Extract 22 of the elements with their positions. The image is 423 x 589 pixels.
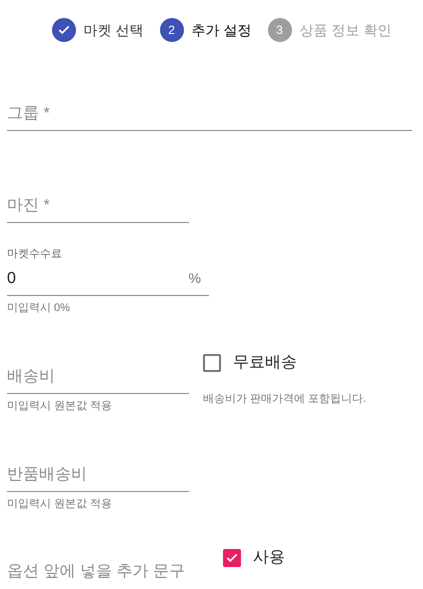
helper-text: 미입력시 0% [7,300,71,316]
step-label: 마켓 선택 [84,20,144,40]
helper-text: 미입력시 원본값 적용 [7,399,114,414]
field-label: 마켓수수료 [7,247,63,262]
option-prefix-label: 옵션 앞에 넣을 추가 문구 [7,562,185,582]
helper-text: 미입력시 원본값 적용 [7,496,114,512]
input-field[interactable]: 반품배송비 [7,462,189,492]
input-field[interactable]: 그룹 * [7,102,412,131]
input-field[interactable]: 0 % [7,262,209,296]
input-field[interactable]: 마진 * [7,194,189,223]
check-icon [224,551,239,565]
helper-text: 배송비가 판매가격에 포함됩니다. [203,392,366,407]
checked-checkbox[interactable] [222,549,241,567]
step-number: 2 [160,18,184,42]
checkbox-label: 사용 [252,548,285,568]
unit-suffix: % [188,269,202,288]
step-label: 추가 설정 [192,20,252,40]
checkbox-label: 무료배송 [233,353,297,373]
step-number: 3 [268,18,292,42]
checkbox[interactable] [203,354,221,372]
input-field[interactable]: 배송비 [7,365,189,394]
step-label: 상품 정보 확인 [300,20,392,40]
